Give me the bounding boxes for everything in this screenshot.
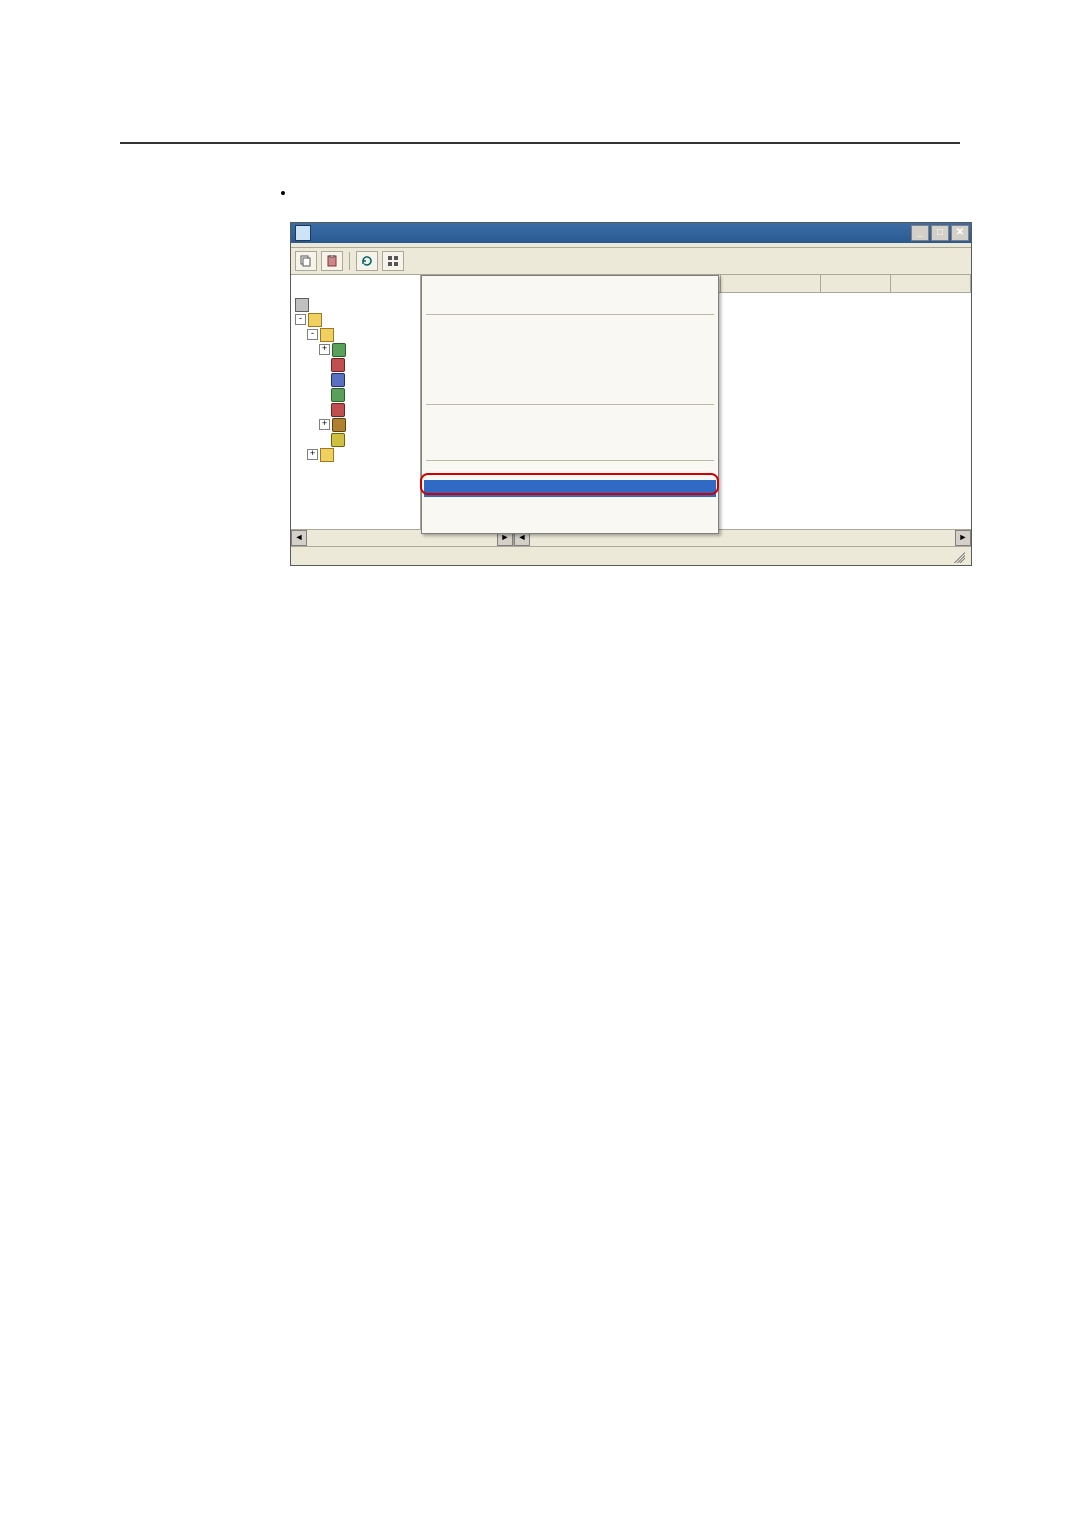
toolbar [291, 248, 971, 275]
col-ip[interactable] [721, 275, 821, 292]
scroll-left-icon[interactable]: ◄ [291, 530, 307, 546]
scroll-right-icon[interactable]: ► [955, 530, 971, 546]
menu-item-admin-email[interactable] [424, 441, 716, 458]
cell [821, 338, 891, 353]
tree-la[interactable] [295, 357, 420, 372]
menu-item-datastore[interactable] [424, 385, 716, 402]
cell [891, 293, 971, 308]
node-icon [331, 358, 345, 372]
tree-gr[interactable]: + [295, 417, 420, 432]
menu-item-web-config[interactable] [424, 317, 716, 334]
node-icon [331, 373, 345, 387]
tree-us[interactable] [295, 402, 420, 417]
menu-item-auto-cascade[interactable] [424, 334, 716, 351]
toolbar-paste-icon[interactable] [321, 251, 343, 271]
col-login[interactable] [821, 275, 891, 292]
tree-pe2[interactable] [295, 432, 420, 447]
toolbar-separator [349, 252, 350, 270]
options-menu [421, 275, 719, 534]
cell [891, 338, 971, 353]
app-window: _ □ ✕ [290, 222, 972, 566]
expand-icon[interactable]: - [295, 314, 306, 325]
expand-icon[interactable]: + [307, 449, 318, 460]
menu-item-email-format[interactable] [424, 407, 716, 424]
resize-grip-icon[interactable] [951, 549, 965, 563]
expand-icon[interactable]: + [319, 419, 330, 430]
toolbar-refresh-icon[interactable] [356, 251, 378, 271]
minimize-button[interactable]: _ [911, 225, 929, 241]
menu-item-mcu-update [424, 463, 716, 480]
cell [821, 323, 891, 338]
cell [891, 323, 971, 338]
menu-separator [426, 314, 714, 315]
statusbar [291, 546, 971, 565]
expand-icon[interactable]: - [307, 329, 318, 340]
cell [721, 323, 821, 338]
tree-pane: - - + [291, 275, 421, 529]
menu-item-server[interactable] [424, 278, 716, 295]
cell [821, 308, 891, 323]
node-icon [331, 388, 345, 402]
folder-icon [320, 448, 334, 462]
cell [721, 338, 821, 353]
maximize-button[interactable]: □ [931, 225, 949, 241]
cell [821, 293, 891, 308]
cell [721, 293, 821, 308]
folder-icon [308, 313, 322, 327]
node-icon [331, 433, 345, 447]
divider [120, 142, 960, 144]
titlebar: _ □ ✕ [291, 223, 971, 243]
cell [891, 308, 971, 323]
toolbar-grid-icon[interactable] [382, 251, 404, 271]
tree-accord1[interactable]: - [295, 327, 420, 342]
col-password[interactable] [891, 275, 971, 292]
server-icon [295, 298, 309, 312]
menu-separator [426, 460, 714, 461]
menu-separator [426, 404, 714, 405]
tree-database[interactable]: - [295, 312, 420, 327]
folder-icon [320, 328, 334, 342]
menu-item-auto-crash[interactable] [424, 424, 716, 441]
cell [721, 308, 821, 323]
node-icon [332, 418, 346, 432]
menu-item-refresh-db-list[interactable] [424, 497, 716, 514]
workspace: - - + [291, 275, 971, 529]
tree-pe[interactable] [295, 387, 420, 402]
menu-item-enable-logger[interactable] [424, 295, 716, 312]
node-icon [332, 343, 346, 357]
close-button[interactable]: ✕ [951, 225, 969, 241]
menu-item-refresh-db[interactable] [424, 480, 716, 497]
tree-de[interactable]: + [295, 342, 420, 357]
tree-root-server[interactable] [295, 297, 420, 312]
node-icon [331, 403, 345, 417]
bullet-marker: • [280, 184, 304, 204]
tree-accord2[interactable]: + [295, 447, 420, 462]
app-icon [295, 225, 311, 241]
menu-item-scheduler[interactable] [424, 351, 716, 368]
toolbar-copy-icon[interactable] [295, 251, 317, 271]
expand-icon[interactable]: + [319, 344, 330, 355]
tree-mc[interactable] [295, 372, 420, 387]
bullet-item: • [280, 184, 960, 204]
menu-item-add-remove-odbc[interactable] [424, 514, 716, 531]
menu-item-communication[interactable] [424, 368, 716, 385]
